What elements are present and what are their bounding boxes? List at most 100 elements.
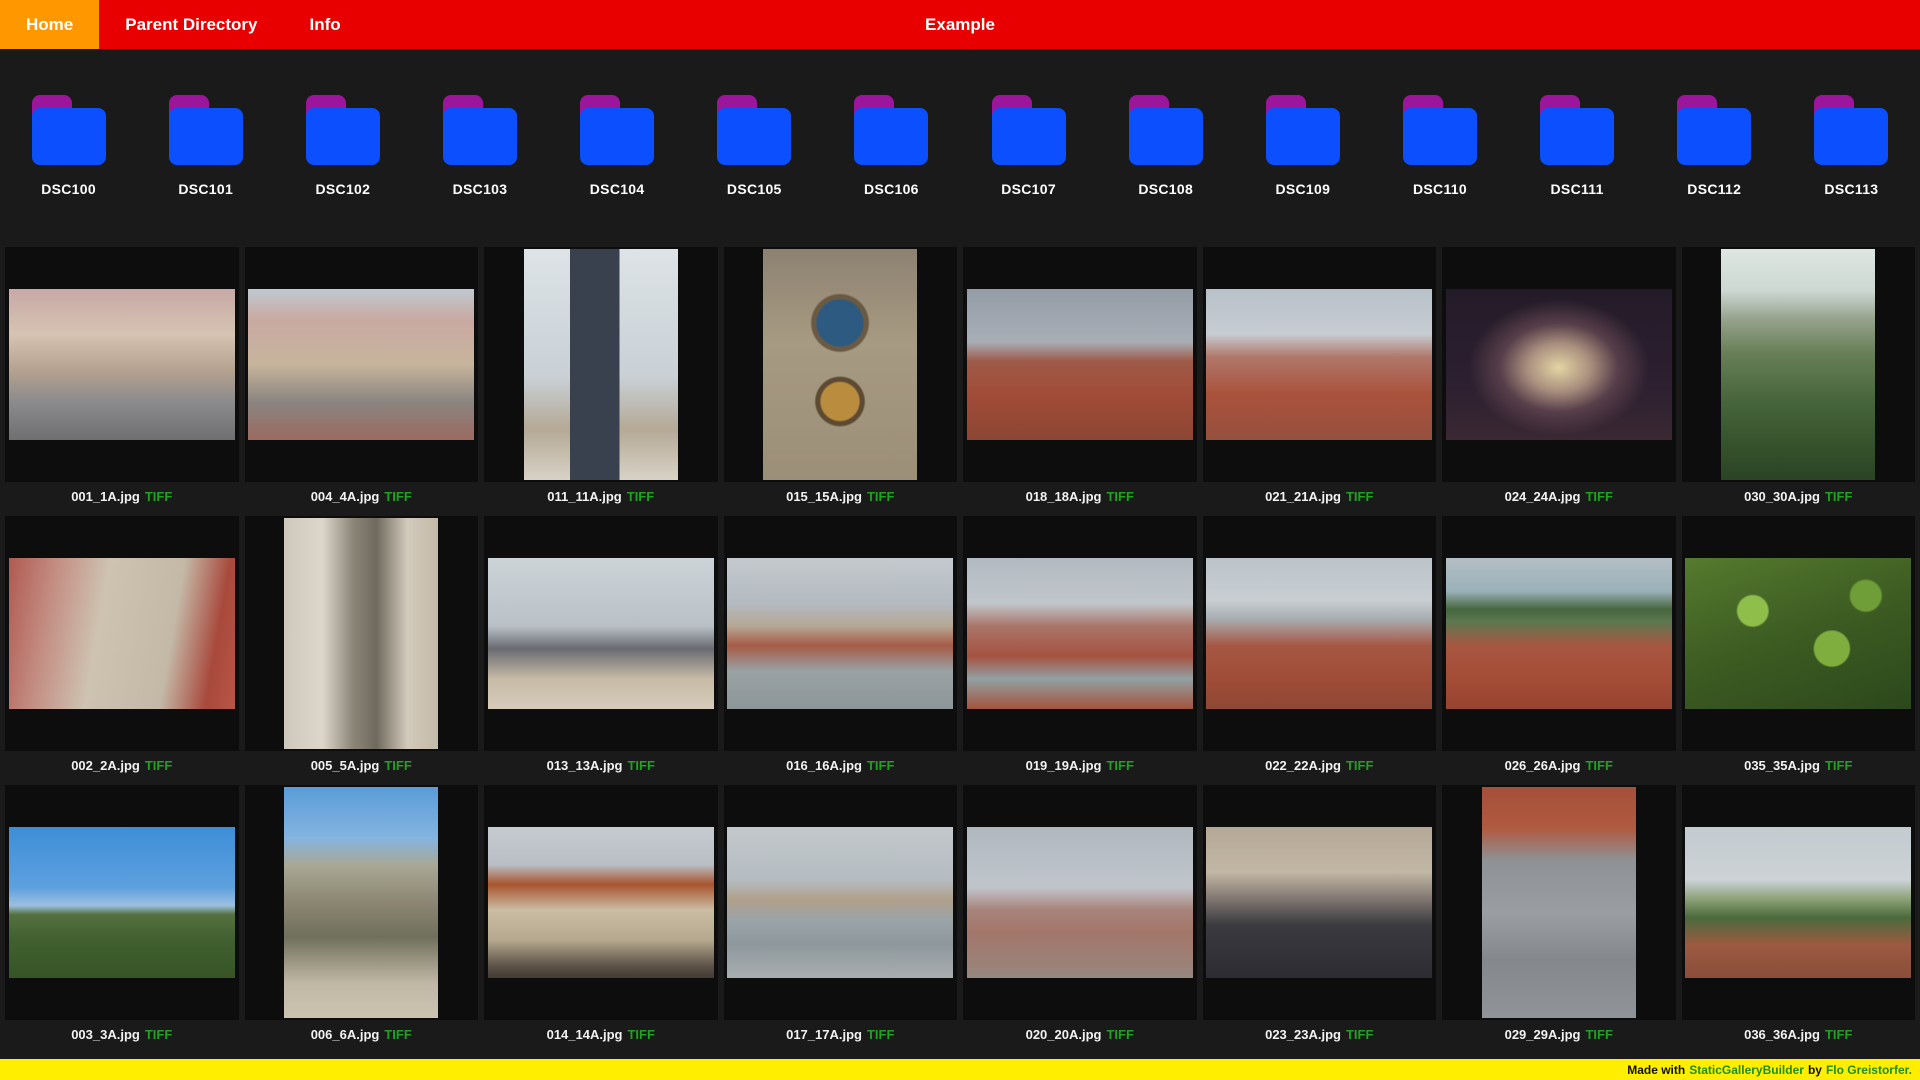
image-format-link[interactable]: TIFF [1825, 758, 1852, 773]
image-caption: 005_5A.jpg TIFF [245, 751, 479, 779]
gallery-item: 019_19A.jpg TIFF [963, 516, 1197, 779]
folder-item[interactable]: DSC113 [1783, 95, 1920, 197]
thumbnail-image[interactable] [284, 518, 439, 749]
image-filename-link[interactable]: 005_5A.jpg [311, 758, 380, 773]
folder-item[interactable]: DSC103 [411, 95, 548, 197]
footer-author-link[interactable]: Flo Greistorfer. [1826, 1063, 1912, 1077]
thumbnail-image[interactable] [1481, 787, 1636, 1018]
thumbnail-image[interactable] [1721, 249, 1876, 480]
image-format-link[interactable]: TIFF [1106, 758, 1133, 773]
image-filename-link[interactable]: 024_24A.jpg [1505, 489, 1581, 504]
image-format-link[interactable]: TIFF [867, 758, 894, 773]
thumbnail-image[interactable] [248, 289, 475, 440]
nav-items: Home Parent Directory Info [0, 0, 367, 49]
image-filename-link[interactable]: 015_15A.jpg [786, 489, 862, 504]
image-format-link[interactable]: TIFF [1585, 758, 1612, 773]
nav-item-home[interactable]: Home [0, 0, 100, 49]
folder-item[interactable]: DSC104 [549, 95, 686, 197]
folder-item[interactable]: DSC102 [274, 95, 411, 197]
image-format-link[interactable]: TIFF [1825, 1027, 1852, 1042]
thumbnail-image[interactable] [763, 249, 918, 480]
image-caption: 006_6A.jpg TIFF [245, 1020, 479, 1048]
image-filename-link[interactable]: 001_1A.jpg [71, 489, 140, 504]
thumbnail-image[interactable] [727, 827, 954, 978]
image-format-link[interactable]: TIFF [145, 1027, 172, 1042]
thumbnail-image[interactable] [8, 558, 235, 709]
image-filename-link[interactable]: 003_3A.jpg [71, 1027, 140, 1042]
image-filename-link[interactable]: 011_11A.jpg [547, 489, 621, 504]
thumbnail-image[interactable] [523, 249, 678, 480]
image-format-link[interactable]: TIFF [384, 1027, 411, 1042]
image-format-link[interactable]: TIFF [1585, 1027, 1612, 1042]
thumbnail-image[interactable] [966, 558, 1193, 709]
thumbnail-image[interactable] [487, 558, 714, 709]
nav-item-parent-directory[interactable]: Parent Directory [99, 0, 283, 49]
thumbnail-image[interactable] [1685, 558, 1912, 709]
thumbnail-image[interactable] [8, 289, 235, 440]
folder-item[interactable]: DSC109 [1234, 95, 1371, 197]
image-format-link[interactable]: TIFF [867, 1027, 894, 1042]
image-format-link[interactable]: TIFF [1346, 758, 1373, 773]
folder-item[interactable]: DSC106 [823, 95, 960, 197]
image-format-link[interactable]: TIFF [145, 489, 172, 504]
image-format-link[interactable]: TIFF [1106, 1027, 1133, 1042]
thumbnail-image[interactable] [8, 827, 235, 978]
footer-bar: Made with StaticGalleryBuilder by Flo Gr… [0, 1059, 1920, 1080]
image-format-link[interactable]: TIFF [1346, 489, 1373, 504]
folder-item[interactable]: DSC100 [0, 95, 137, 197]
folder-item[interactable]: DSC107 [960, 95, 1097, 197]
image-filename-link[interactable]: 021_21A.jpg [1265, 489, 1341, 504]
image-filename-link[interactable]: 019_19A.jpg [1026, 758, 1102, 773]
image-format-link[interactable]: TIFF [867, 489, 894, 504]
folder-item[interactable]: DSC110 [1371, 95, 1508, 197]
image-filename-link[interactable]: 023_23A.jpg [1265, 1027, 1341, 1042]
image-filename-link[interactable]: 018_18A.jpg [1026, 489, 1102, 504]
thumbnail-image[interactable] [966, 827, 1193, 978]
image-filename-link[interactable]: 029_29A.jpg [1505, 1027, 1581, 1042]
image-format-link[interactable]: TIFF [384, 758, 411, 773]
image-filename-link[interactable]: 013_13A.jpg [547, 758, 623, 773]
thumbnail-image[interactable] [1206, 827, 1433, 978]
image-filename-link[interactable]: 017_17A.jpg [786, 1027, 862, 1042]
folder-item[interactable]: DSC108 [1097, 95, 1234, 197]
image-format-link[interactable]: TIFF [627, 1027, 654, 1042]
thumbnail-image[interactable] [1445, 289, 1672, 440]
thumbnail-image[interactable] [487, 827, 714, 978]
image-filename-link[interactable]: 035_35A.jpg [1744, 758, 1820, 773]
thumbnail-image[interactable] [284, 787, 439, 1018]
thumbnail-image[interactable] [1445, 558, 1672, 709]
folder-item[interactable]: DSC111 [1509, 95, 1646, 197]
image-filename-link[interactable]: 026_26A.jpg [1505, 758, 1581, 773]
thumbnail-image[interactable] [1685, 827, 1912, 978]
image-format-link[interactable]: TIFF [1346, 1027, 1373, 1042]
image-format-link[interactable]: TIFF [1825, 489, 1852, 504]
image-format-link[interactable]: TIFF [384, 489, 411, 504]
folder-label: DSC112 [1687, 181, 1742, 197]
folder-item[interactable]: DSC112 [1646, 95, 1783, 197]
thumbnail-image[interactable] [727, 558, 954, 709]
image-filename-link[interactable]: 016_16A.jpg [786, 758, 862, 773]
thumbnail-image[interactable] [966, 289, 1193, 440]
image-filename-link[interactable]: 014_14A.jpg [547, 1027, 623, 1042]
image-filename-link[interactable]: 002_2A.jpg [71, 758, 140, 773]
thumbnail-image[interactable] [1206, 558, 1433, 709]
image-filename-link[interactable]: 020_20A.jpg [1026, 1027, 1102, 1042]
image-filename-link[interactable]: 030_30A.jpg [1744, 489, 1820, 504]
footer-tool-link[interactable]: StaticGalleryBuilder [1689, 1063, 1804, 1077]
image-filename-link[interactable]: 022_22A.jpg [1265, 758, 1341, 773]
image-format-link[interactable]: TIFF [145, 758, 172, 773]
nav-item-info[interactable]: Info [284, 0, 367, 49]
image-filename-link[interactable]: 036_36A.jpg [1744, 1027, 1820, 1042]
image-caption: 017_17A.jpg TIFF [724, 1020, 958, 1048]
thumbnail-box [1681, 247, 1915, 482]
image-format-link[interactable]: TIFF [627, 489, 654, 504]
image-filename-link[interactable]: 004_4A.jpg [311, 489, 380, 504]
folder-item[interactable]: DSC101 [137, 95, 274, 197]
folder-item[interactable]: DSC105 [686, 95, 823, 197]
image-format-link[interactable]: TIFF [627, 758, 654, 773]
thumbnail-image[interactable] [1206, 289, 1433, 440]
thumbnail-box [484, 247, 718, 482]
image-format-link[interactable]: TIFF [1585, 489, 1612, 504]
image-filename-link[interactable]: 006_6A.jpg [311, 1027, 380, 1042]
image-format-link[interactable]: TIFF [1106, 489, 1133, 504]
